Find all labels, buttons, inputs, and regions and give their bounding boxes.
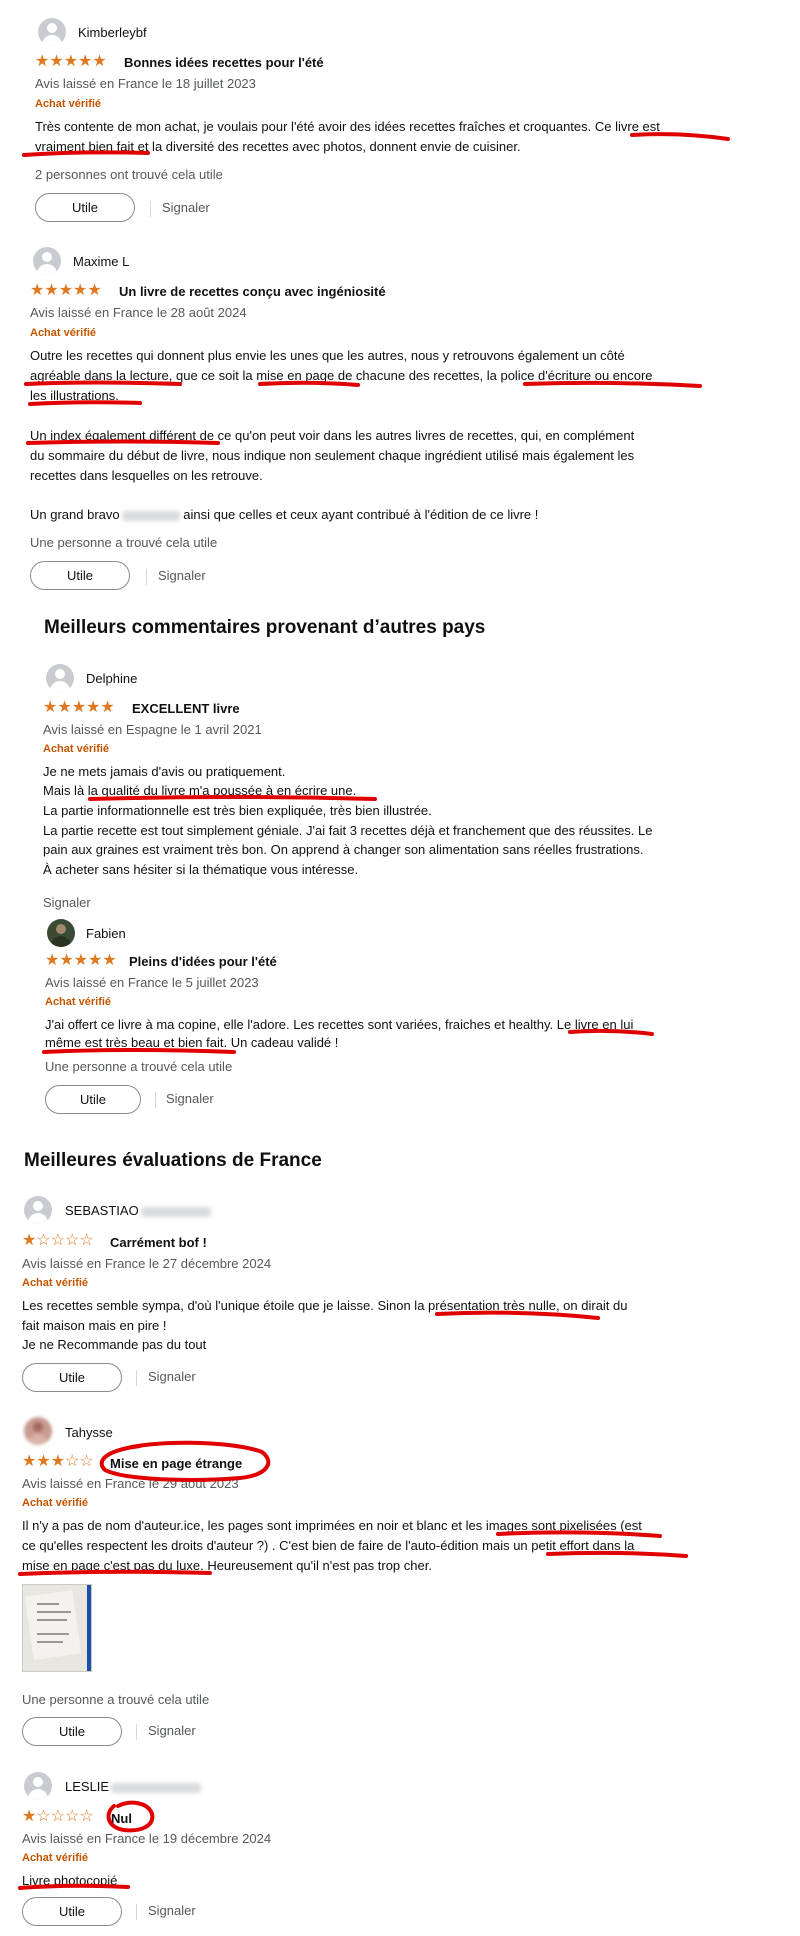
review-date: Avis laissé en France le 5 juillet 2023 (45, 975, 259, 990)
helpful-count: Une personne a trouvé cela utile (45, 1059, 233, 1074)
helpful-button[interactable]: Utile (22, 1363, 122, 1392)
star-rating: ★★★★★ (30, 282, 102, 299)
star-rating: ★☆☆☆☆ (22, 1808, 94, 1825)
review-body-line: Il n'y a pas de nom d'auteur.ice, les pa… (22, 1518, 642, 1533)
review-date: Avis laissé en Espagne le 1 avril 2021 (43, 722, 262, 737)
review-body-fragment: Un grand bravo (30, 507, 120, 522)
helpful-button[interactable]: Utile (22, 1717, 122, 1746)
redacted-name (111, 1782, 202, 1793)
review-body-line: du sommaire du début de livre, nous indi… (30, 448, 635, 463)
star-rating: ★★★★★ (35, 53, 107, 70)
user-avatar-icon (24, 1772, 52, 1800)
review-body-line: À acheter sans hésiter si la thématique … (43, 862, 359, 877)
review-body-line: Je ne Recommande pas du tout (22, 1337, 207, 1352)
review-title[interactable]: Carrément bof ! (110, 1235, 207, 1250)
review-body-line: Les recettes semble sympa, d'où l'unique… (22, 1298, 628, 1313)
reviewer-name-text: SEBASTIAO (65, 1203, 139, 1218)
review-title[interactable]: Nul (111, 1811, 132, 1826)
reviewer-name[interactable]: SEBASTIAO (65, 1203, 211, 1218)
review-date: Avis laissé en France le 28 août 2024 (30, 305, 247, 320)
review-body-line: J'ai offert ce livre à ma copine, elle l… (45, 1017, 634, 1032)
star-rating: ★★★★★ (43, 699, 115, 716)
verified-purchase-badge: Achat vérifié (22, 1277, 89, 1289)
helpful-button[interactable]: Utile (22, 1897, 122, 1926)
review-body-fragment: ainsi que celles et ceux ayant contribué… (183, 507, 539, 522)
report-link[interactable]: Signaler (166, 1091, 214, 1106)
review-body-line: Mais là la qualité du livre m'a poussée … (43, 783, 357, 798)
review-date: Avis laissé en France le 27 décembre 202… (22, 1256, 272, 1271)
review-photo-thumbnail[interactable] (22, 1584, 92, 1672)
review-body-line: fait maison mais en pire ! (22, 1318, 167, 1333)
report-link[interactable]: Signaler (148, 1903, 196, 1918)
review-body-line: Je ne mets jamais d'avis ou pratiquement… (43, 764, 286, 779)
user-avatar-icon (24, 1417, 52, 1445)
divider (136, 1370, 137, 1386)
star-rating: ★★★★★ (45, 952, 117, 969)
review-body-line: Un index également différent de ce qu'on… (30, 428, 635, 443)
review-title[interactable]: Pleins d'idées pour l'été (129, 954, 277, 969)
verified-purchase-badge: Achat vérifié (35, 98, 102, 110)
star-rating: ★★★☆☆ (22, 1453, 94, 1470)
review-body-line: Un grand bravo ainsi que celles et ceux … (30, 505, 538, 525)
review-body-line: les illustrations. (30, 388, 119, 403)
review-body-line: pain aux graines est vraiment très bon. … (43, 842, 644, 857)
verified-purchase-badge: Achat vérifié (30, 327, 97, 339)
user-avatar-icon (38, 18, 66, 46)
review-title[interactable]: Un livre de recettes conçu avec ingénios… (119, 284, 386, 299)
review-body-line: La partie informationnelle est très bien… (43, 803, 432, 818)
divider (150, 201, 151, 217)
reviewer-name[interactable]: Fabien (86, 926, 126, 941)
reviewer-name[interactable]: Tahysse (65, 1425, 113, 1440)
review-body-line: Livre photocopié (22, 1873, 118, 1888)
review-date: Avis laissé en France le 19 décembre 202… (22, 1831, 272, 1846)
review-body-line: vraiment bien fait et la diversité des r… (35, 139, 521, 154)
user-avatar-icon (46, 664, 74, 692)
review-title[interactable]: Mise en page étrange (110, 1456, 242, 1471)
review-title[interactable]: EXCELLENT livre (132, 701, 240, 716)
review-title[interactable]: Bonnes idées recettes pour l'été (124, 55, 324, 70)
verified-purchase-badge: Achat vérifié (22, 1852, 89, 1864)
helpful-button[interactable]: Utile (45, 1085, 141, 1114)
helpful-count: Une personne a trouvé cela utile (22, 1692, 210, 1707)
report-link[interactable]: Signaler (43, 895, 91, 910)
reviewer-name-text: LESLIE (65, 1779, 110, 1794)
helpful-button[interactable]: Utile (30, 561, 130, 590)
review-body-line: même est très beau et bien fait. Un cade… (45, 1035, 339, 1050)
divider (136, 1904, 137, 1920)
review-date: Avis laissé en France le 18 juillet 2023 (35, 76, 256, 91)
verified-purchase-badge: Achat vérifié (45, 996, 112, 1008)
review-date: Avis laissé en France le 29 août 2023 (22, 1476, 239, 1491)
helpful-count: Une personne a trouvé cela utile (30, 535, 218, 550)
review-body-line: Très contente de mon achat, je voulais p… (35, 119, 660, 134)
review-body-line: mise en page c'est pas du luxe. Heureuse… (22, 1558, 432, 1573)
review-body-line: Outre les recettes qui donnent plus envi… (30, 348, 625, 363)
report-link[interactable]: Signaler (162, 200, 210, 215)
section-heading: Meilleurs commentaires provenant d’autre… (44, 617, 486, 638)
user-avatar-icon (47, 919, 75, 947)
reviewer-name[interactable]: Kimberleybf (78, 25, 147, 40)
divider (146, 569, 147, 585)
review-body-line: agréable dans la lecture, que ce soit la… (30, 368, 653, 383)
helpful-button[interactable]: Utile (35, 193, 135, 222)
review-body-line: La partie recette est tout simplement gé… (43, 823, 653, 838)
redacted-name (121, 510, 180, 521)
verified-purchase-badge: Achat vérifié (22, 1497, 89, 1509)
redacted-name (140, 1206, 211, 1217)
report-link[interactable]: Signaler (158, 568, 206, 583)
user-avatar-icon (33, 247, 61, 275)
star-rating: ★☆☆☆☆ (22, 1232, 94, 1249)
reviewer-name[interactable]: Delphine (86, 671, 137, 686)
helpful-count: 2 personnes ont trouvé cela utile (35, 167, 223, 182)
report-link[interactable]: Signaler (148, 1723, 196, 1738)
user-avatar-icon (24, 1196, 52, 1224)
section-heading: Meilleures évaluations de France (24, 1150, 322, 1171)
report-link[interactable]: Signaler (148, 1369, 196, 1384)
divider (155, 1092, 156, 1108)
review-body-line: recettes dans lesquelles on les retrouve… (30, 468, 263, 483)
divider (136, 1724, 137, 1740)
verified-purchase-badge: Achat vérifié (43, 743, 110, 755)
reviewer-name[interactable]: Maxime L (73, 254, 129, 269)
reviewer-name[interactable]: LESLIE (65, 1779, 202, 1794)
review-body-line: ce qu'elles respectent les droits d'aute… (22, 1538, 635, 1553)
